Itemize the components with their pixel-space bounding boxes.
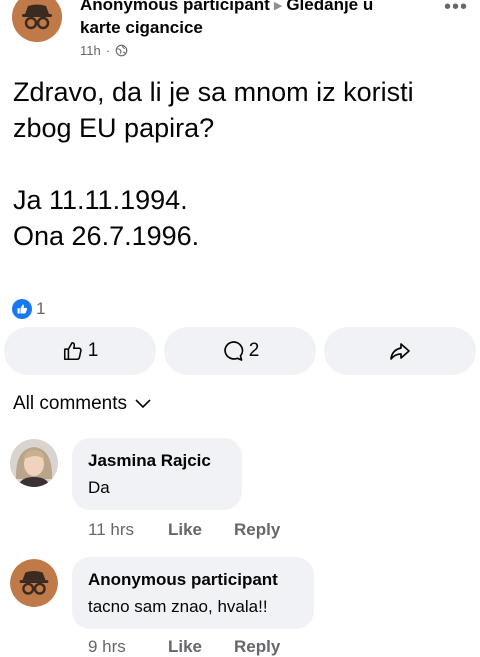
post-time[interactable]: 11h — [80, 43, 101, 58]
dot-separator: · — [105, 43, 111, 58]
triangle-right-icon: ▶ — [273, 0, 283, 12]
post-author-name[interactable]: Anonymous participant — [80, 0, 270, 14]
comment-like-button[interactable]: Like — [168, 637, 234, 657]
more-options-icon[interactable]: ••• — [444, 0, 468, 19]
like-button[interactable]: 1 — [4, 327, 156, 375]
comment-like-button[interactable]: Like — [168, 520, 234, 540]
comment-reply-button[interactable]: Reply — [234, 637, 280, 657]
like-reaction-icon — [12, 299, 32, 319]
comment-bubble: Anonymous participant tacno sam znao, hv… — [72, 557, 314, 629]
comments-filter-dropdown[interactable]: All comments — [13, 393, 151, 415]
comment-count: 2 — [248, 340, 260, 361]
comment-reply-button[interactable]: Reply — [234, 520, 280, 540]
comment-text: tacno sam znao, hvala!! — [88, 597, 268, 616]
post-header: Anonymous participant ▶ Gledanje u karte c… — [0, 0, 480, 62]
comment-time[interactable]: 11 hrs — [88, 520, 168, 540]
thumbs-up-icon — [63, 341, 82, 361]
comment-actions: 9 hrs Like Reply — [88, 637, 280, 657]
comment-text: Da — [88, 478, 110, 497]
reaction-count: 1 — [36, 299, 46, 318]
comment-bubble: Jasmina Rajcic Da — [72, 438, 242, 510]
commenter-avatar[interactable] — [10, 559, 58, 607]
commenter-name[interactable]: Jasmina Rajcic — [88, 450, 226, 472]
like-count: 1 — [87, 340, 99, 361]
profile-photo-icon — [10, 439, 58, 487]
anonymous-avatar[interactable] — [12, 0, 62, 42]
share-button[interactable] — [324, 327, 476, 375]
comment-button[interactable]: 2 — [164, 327, 316, 375]
commenter-avatar[interactable] — [10, 439, 58, 487]
action-bar: 1 2 — [0, 327, 480, 375]
comment-icon — [223, 341, 243, 361]
globe-icon — [115, 44, 128, 57]
comment-time[interactable]: 9 hrs — [88, 637, 168, 657]
comments-filter-label: All comments — [13, 393, 128, 414]
incognito-icon — [12, 0, 62, 42]
reaction-summary[interactable]: 1 — [12, 299, 45, 319]
share-icon — [390, 343, 410, 360]
incognito-icon — [10, 559, 58, 607]
post-meta: 11h · — [80, 43, 128, 58]
commenter-name[interactable]: Anonymous participant — [88, 569, 298, 591]
chevron-down-icon — [135, 399, 151, 409]
post-text: Zdravo, da li je sa mnom iz koristi zbog… — [13, 77, 414, 251]
comment-actions: 11 hrs Like Reply — [88, 520, 280, 540]
post-author-line: Anonymous participant ▶ Gledanje u karte c… — [80, 0, 410, 39]
